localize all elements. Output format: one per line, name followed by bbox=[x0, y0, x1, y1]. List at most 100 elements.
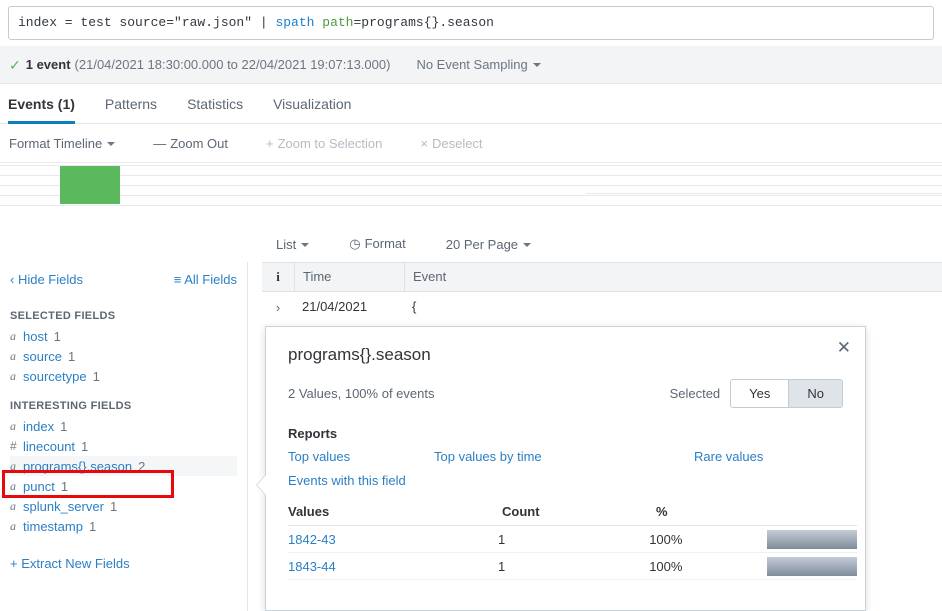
field-type-icon: a bbox=[10, 418, 16, 433]
events-table: i Time Event › 21/04/2021 { bbox=[262, 262, 942, 322]
tab-patterns-label: Patterns bbox=[104, 96, 158, 112]
field-type-icon: # bbox=[10, 439, 17, 453]
timeline-gridline bbox=[0, 195, 942, 196]
field-name-label: linecount bbox=[23, 438, 76, 454]
column-header-event: Event bbox=[404, 262, 942, 292]
timeline-toolbar: Format Timeline — Zoom Out + Zoom to Selec… bbox=[0, 125, 942, 163]
value-cell[interactable]: 1843-44 bbox=[288, 559, 498, 574]
sidebar-field-linecount[interactable]: # linecount 1 bbox=[10, 436, 237, 456]
field-type-icon: a bbox=[10, 478, 16, 493]
zoom-out-label: Zoom Out bbox=[170, 136, 228, 151]
rare-values-link[interactable]: Rare values bbox=[694, 449, 763, 464]
percent-bar bbox=[766, 556, 857, 576]
tab-statistics[interactable]: Statistics bbox=[187, 96, 259, 123]
sidebar-field-splunk-server[interactable]: a splunk_server 1 bbox=[10, 496, 237, 516]
list-view-dropdown[interactable]: List bbox=[276, 236, 310, 252]
events-with-this-field-link[interactable]: Events with this field bbox=[288, 473, 406, 488]
column-header-info: i bbox=[276, 269, 280, 284]
field-count-label: 1 bbox=[88, 518, 97, 534]
field-type-icon: a bbox=[10, 458, 16, 473]
row-expander-icon[interactable]: › bbox=[262, 300, 294, 315]
chevron-down-icon bbox=[301, 242, 310, 247]
field-count-label: 1 bbox=[92, 368, 100, 384]
sidebar-field-sourcetype[interactable]: a sourcetype 1 bbox=[10, 366, 237, 386]
field-name-label: source bbox=[23, 348, 63, 364]
selected-yes-button[interactable]: Yes bbox=[731, 380, 789, 407]
reports-heading: Reports bbox=[288, 426, 338, 441]
field-count-label: 1 bbox=[109, 498, 118, 514]
search-query-input[interactable]: index = test source="raw.json" | spath p… bbox=[8, 6, 934, 40]
row-time-cell: 21/04/2021 bbox=[302, 299, 368, 314]
popup-summary-row: 2 Values, 100% of events Selected Yes No bbox=[266, 365, 865, 408]
query-argument-token: path bbox=[322, 15, 354, 30]
splunk-search-page: index = test source="raw.json" | spath p… bbox=[0, 0, 942, 611]
tab-statistics-label: Statistics bbox=[187, 96, 244, 112]
tab-patterns[interactable]: Patterns bbox=[105, 96, 173, 123]
event-sampling-dropdown[interactable]: No Event Sampling bbox=[416, 57, 541, 72]
field-name-label: sourcetype bbox=[23, 368, 87, 384]
count-cell: 1 bbox=[498, 558, 506, 574]
sidebar-field-punct[interactable]: a punct 1 bbox=[10, 476, 237, 496]
zoom-out-button[interactable]: — Zoom Out bbox=[153, 136, 228, 151]
plus-icon: + bbox=[266, 136, 274, 151]
zoom-to-selection-label: Zoom to Selection bbox=[277, 136, 383, 151]
field-name-label: punct bbox=[23, 478, 55, 494]
field-name-label: host bbox=[23, 328, 48, 344]
selected-no-button[interactable]: No bbox=[788, 380, 842, 407]
chevron-down-icon bbox=[107, 142, 116, 146]
tab-visualization[interactable]: Visualization bbox=[273, 96, 367, 123]
field-count-label: 1 bbox=[68, 348, 76, 364]
selected-fields-heading: SELECTED FIELDS bbox=[10, 310, 116, 322]
extract-new-fields-button[interactable]: + Extract New Fields bbox=[10, 556, 237, 571]
top-values-link[interactable]: Top values bbox=[288, 449, 434, 464]
per-page-label: 20 Per Page bbox=[445, 236, 519, 252]
popup-caret-inner-icon bbox=[257, 475, 266, 495]
per-page-dropdown[interactable]: 20 Per Page bbox=[445, 236, 532, 252]
selected-label: Selected bbox=[669, 386, 721, 401]
top-values-by-time-link[interactable]: Top values by time bbox=[434, 449, 694, 464]
column-header-time: Time bbox=[294, 262, 404, 292]
reports-links-row-2: Events with this field bbox=[266, 464, 865, 488]
column-header-bar bbox=[776, 504, 857, 519]
selected-toggle-group: Selected Yes No bbox=[670, 379, 843, 408]
sidebar-field-programs-season[interactable]: a programs{}.season 2 bbox=[10, 456, 237, 476]
timeline-bar[interactable] bbox=[60, 166, 120, 204]
zoom-to-selection-button: + Zoom to Selection bbox=[266, 136, 382, 151]
chevron-down-icon bbox=[532, 63, 541, 67]
table-row[interactable]: 1842-43 1 100% bbox=[288, 526, 857, 553]
query-command-token: spath bbox=[275, 15, 315, 30]
hide-fields-label: Hide Fields bbox=[17, 271, 83, 287]
column-header-percent: % bbox=[656, 504, 668, 519]
field-count-label: 1 bbox=[60, 418, 68, 434]
table-row[interactable]: 1843-44 1 100% bbox=[288, 553, 857, 580]
sidebar-field-source[interactable]: a source 1 bbox=[10, 346, 237, 366]
close-icon[interactable]: ✕ bbox=[837, 339, 851, 356]
event-sampling-label: No Event Sampling bbox=[416, 57, 528, 72]
value-cell[interactable]: 1842-43 bbox=[288, 532, 498, 547]
all-fields-button[interactable]: ≡ All Fields bbox=[174, 272, 237, 287]
search-bar-container: index = test source="raw.json" | spath p… bbox=[0, 0, 942, 46]
fields-sidebar-header: ‹ Hide Fields ≡ All Fields bbox=[10, 262, 237, 296]
list-view-label: List bbox=[276, 236, 297, 252]
events-divider bbox=[586, 193, 942, 194]
query-text-prefix: index = test source="raw.json" | bbox=[18, 15, 276, 30]
sidebar-field-timestamp[interactable]: a timestamp 1 bbox=[10, 516, 237, 536]
format-button[interactable]: ◷ Format bbox=[349, 236, 406, 252]
sidebar-field-host[interactable]: a host 1 bbox=[10, 326, 237, 346]
table-row[interactable]: › 21/04/2021 { bbox=[262, 292, 942, 322]
event-count-label: 1 event bbox=[25, 57, 71, 72]
timeline-gridline bbox=[0, 185, 942, 186]
timeline-gridline bbox=[0, 165, 942, 166]
hide-fields-button[interactable]: ‹ Hide Fields bbox=[10, 272, 83, 287]
sidebar-field-index[interactable]: a index 1 bbox=[10, 416, 237, 436]
format-timeline-dropdown[interactable]: Format Timeline bbox=[9, 136, 116, 151]
field-type-icon: a bbox=[10, 368, 16, 383]
column-header-values: Values bbox=[288, 504, 330, 519]
deselect-button: × Deselect bbox=[420, 136, 482, 151]
pencil-icon: ◷ bbox=[349, 236, 361, 251]
field-summary-popup: ✕ programs{}.season 2 Values, 100% of ev… bbox=[256, 326, 866, 611]
deselect-label: Deselect bbox=[431, 136, 483, 151]
tab-events[interactable]: Events (1) bbox=[8, 96, 91, 124]
row-event-cell: { bbox=[412, 299, 417, 314]
format-label: Format bbox=[364, 236, 406, 251]
